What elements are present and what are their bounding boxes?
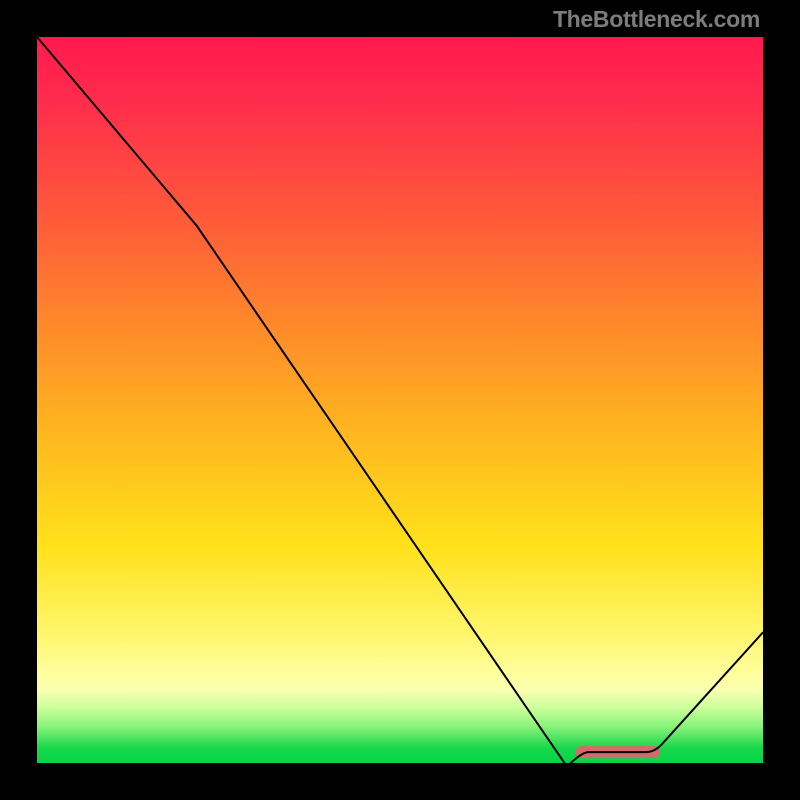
chart-frame: TheBottleneck.com xyxy=(0,0,800,800)
attribution-text: TheBottleneck.com xyxy=(553,6,760,33)
bottleneck-curve xyxy=(37,37,763,763)
curve-svg xyxy=(37,37,763,763)
plot-area xyxy=(37,37,763,763)
